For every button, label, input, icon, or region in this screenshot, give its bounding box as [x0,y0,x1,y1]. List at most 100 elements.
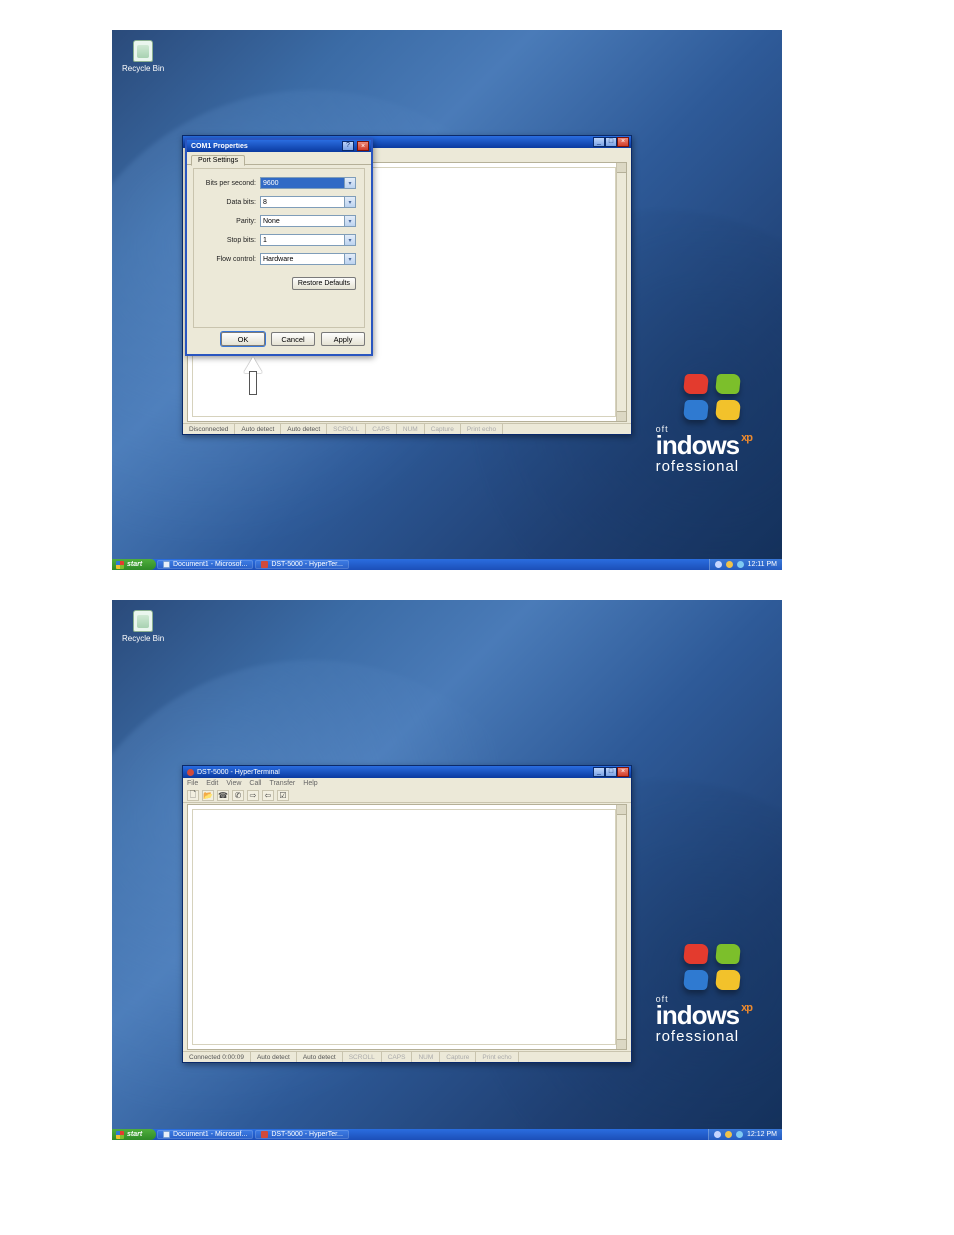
close-button[interactable]: × [617,767,629,777]
chevron-down-icon: ▾ [344,216,355,226]
system-tray[interactable]: 12:11 PM [709,559,782,570]
dialog-tabstrip: Port Settings [187,152,371,165]
status-bar: Disconnected Auto detect Auto detect SCR… [183,423,631,434]
taskbar-item-hyperterminal[interactable]: DST-5000 - HyperTer... [255,560,349,569]
status-printecho: Print echo [461,424,503,434]
clock[interactable]: 12:12 PM [747,1131,777,1138]
chevron-down-icon: ▾ [344,197,355,207]
brand-professional: rofessional [656,1028,752,1045]
taskbar-item-document1[interactable]: Document1 - Microsof... [157,560,253,569]
tray-icon[interactable] [714,1131,721,1138]
chevron-down-icon: ▾ [344,235,355,245]
clock[interactable]: 12:11 PM [748,561,777,568]
vertical-scrollbar[interactable] [616,805,626,1049]
word-icon [163,1131,170,1138]
apply-button[interactable]: Apply [321,332,365,346]
taskbar-item-hyperterminal[interactable]: DST-5000 - HyperTer... [255,1130,349,1139]
cancel-button[interactable]: Cancel [271,332,315,346]
combo-bits-per-second[interactable]: 9600 ▾ [260,177,356,189]
status-num: NUM [412,1052,440,1062]
restore-defaults-button[interactable]: Restore Defaults [292,277,356,290]
status-connection: Connected 0:00:09 [183,1052,251,1062]
toolbar-new-icon[interactable]: 🗋 [187,790,199,801]
dialog-buttons: OK Cancel Apply [193,330,365,348]
tab-port-settings[interactable]: Port Settings [191,155,245,166]
brand-oft: oft [656,994,752,1004]
system-tray[interactable]: 12:12 PM [708,1129,782,1140]
windows-flag-icon [116,561,124,569]
tray-icon[interactable] [736,1131,743,1138]
tray-icon[interactable] [715,561,722,568]
start-label: start [127,1131,142,1138]
minimize-button[interactable]: _ [593,767,605,777]
windows-flag-icon [684,374,740,420]
menu-file[interactable]: File [187,780,198,787]
start-button[interactable]: start [112,559,156,570]
window-title: DST-5000 - HyperTerminal [197,769,590,776]
vertical-scrollbar[interactable] [616,163,626,421]
status-printecho: Print echo [476,1052,518,1062]
dialog-titlebar[interactable]: COM1 Properties ? × [187,140,371,152]
menu-edit[interactable]: Edit [206,780,218,787]
help-button[interactable]: ? [342,141,354,151]
recycle-bin[interactable]: Recycle Bin [122,610,164,643]
menu-help[interactable]: Help [303,780,317,787]
label-flow-control: Flow control: [202,256,260,263]
terminal-area [187,804,627,1050]
combo-flow-control[interactable]: Hardware ▾ [260,253,356,265]
status-num: NUM [397,424,425,434]
status-autodetect-1: Auto detect [235,424,281,434]
dialog-close-button[interactable]: × [357,141,369,151]
brand-professional: rofessional [656,458,752,475]
tray-icon[interactable] [725,1131,732,1138]
toolbar-open-icon[interactable]: 📂 [202,790,214,801]
ok-button[interactable]: OK [221,332,265,346]
status-autodetect-2: Auto detect [281,424,327,434]
tray-icon[interactable] [737,561,744,568]
maximize-button[interactable]: □ [605,137,617,147]
maximize-button[interactable]: □ [605,767,617,777]
toolbar-call-icon[interactable]: ☎ [217,790,229,801]
label-parity: Parity: [202,218,260,225]
hyperterminal-icon [261,1131,268,1138]
taskbar: start Document1 - Microsof... DST-5000 -… [112,1129,782,1140]
brand-oft: oft [656,424,752,434]
menu-view[interactable]: View [226,780,241,787]
windows-xp-logo: oft indowsxp rofessional [656,944,752,1045]
status-caps: CAPS [382,1052,413,1062]
tray-icon[interactable] [726,561,733,568]
taskbar: start Document1 - Microsof... DST-5000 -… [112,559,782,570]
toolbar-receive-icon[interactable]: ⇦ [262,790,274,801]
status-scroll: SCROLL [343,1052,382,1062]
taskbar-item-label: DST-5000 - HyperTer... [271,561,343,568]
menu-call[interactable]: Call [249,780,261,787]
row-data-bits: Data bits: 8 ▾ [202,196,356,208]
toolbar-send-icon[interactable]: ⇨ [247,790,259,801]
windows-xp-logo: oft indowsxp rofessional [656,374,752,475]
taskbar-item-label: Document1 - Microsof... [173,1131,247,1138]
toolbar-disconnect-icon[interactable]: ✆ [232,790,244,801]
recycle-bin[interactable]: Recycle Bin [122,40,164,73]
com1-properties-dialog[interactable]: COM1 Properties ? × Port Settings Bits p… [185,138,373,356]
app-icon [187,769,194,776]
menu-transfer[interactable]: Transfer [269,780,295,787]
dialog-title: COM1 Properties [191,143,339,150]
menu-bar: File Edit View Call Transfer Help [183,778,631,789]
callout-arrow-icon [244,357,262,397]
restore-row: Restore Defaults [202,272,356,290]
close-button[interactable]: × [617,137,629,147]
start-button[interactable]: start [112,1129,156,1140]
taskbar-item-document1[interactable]: Document1 - Microsof... [157,1130,253,1139]
toolbar: 🗋 📂 ☎ ✆ ⇨ ⇦ ☑ [183,789,631,803]
dialog-body: Bits per second: 9600 ▾ Data bits: 8 ▾ P… [193,168,365,328]
combo-parity[interactable]: None ▾ [260,215,356,227]
window-titlebar[interactable]: DST-5000 - HyperTerminal _ □ × [183,766,631,778]
toolbar-properties-icon[interactable]: ☑ [277,790,289,801]
combo-stop-bits[interactable]: 1 ▾ [260,234,356,246]
combo-data-bits[interactable]: 8 ▾ [260,196,356,208]
chevron-down-icon: ▾ [344,178,355,188]
status-autodetect-2: Auto detect [297,1052,343,1062]
terminal-viewport[interactable] [192,809,616,1045]
minimize-button[interactable]: _ [593,137,605,147]
hyperterminal-window[interactable]: DST-5000 - HyperTerminal _ □ × File Edit… [182,765,632,1063]
